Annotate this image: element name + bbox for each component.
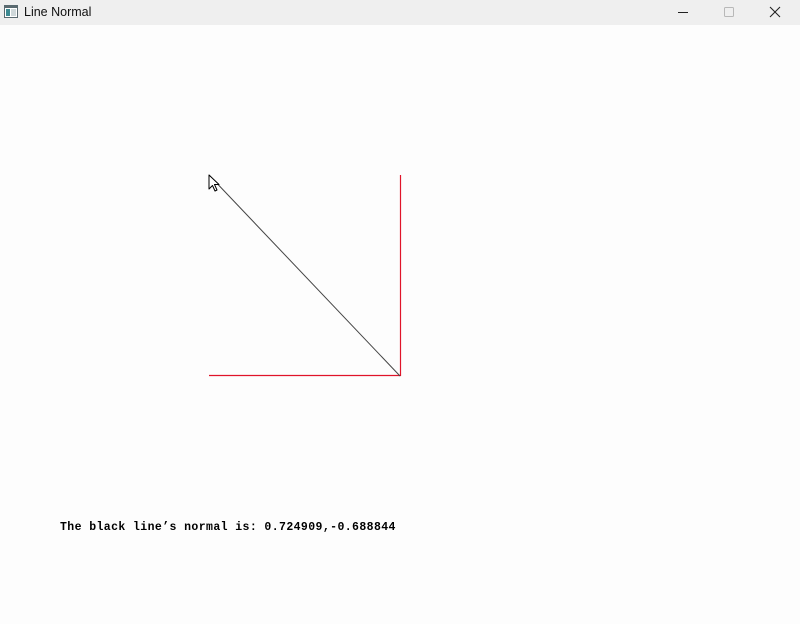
app-window: Line Normal The black line’s normal is: … xyxy=(0,0,800,624)
mouse-pointer-icon xyxy=(208,174,220,192)
title-bar[interactable]: Line Normal xyxy=(0,0,800,25)
scene-svg xyxy=(208,174,402,377)
drawing-canvas[interactable]: The black line’s normal is: 0.724909,-0.… xyxy=(0,25,800,624)
black-diagonal-line xyxy=(208,174,401,377)
maximize-icon xyxy=(724,7,734,17)
maximize-button[interactable] xyxy=(706,0,752,25)
normal-readout: The black line’s normal is: 0.724909,-0.… xyxy=(60,521,396,534)
minimize-button[interactable] xyxy=(660,0,706,25)
window-title: Line Normal xyxy=(24,5,92,19)
app-window-icon xyxy=(4,5,18,18)
close-button[interactable] xyxy=(752,0,798,25)
minimize-icon xyxy=(678,12,688,13)
close-icon xyxy=(769,6,781,18)
